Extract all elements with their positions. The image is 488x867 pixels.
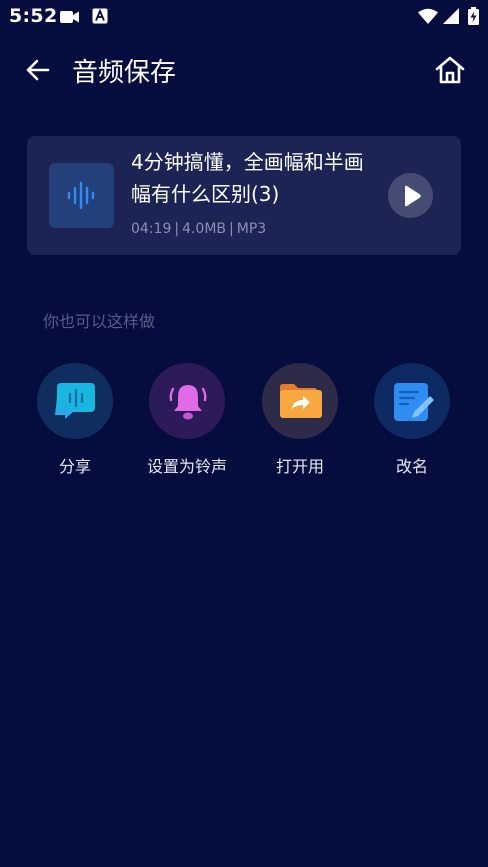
play-icon	[405, 185, 421, 207]
set-ringtone-action[interactable]: 设置为铃声	[132, 363, 242, 478]
rename-action[interactable]: 改名	[357, 363, 467, 478]
status-bar: 5:52	[0, 0, 488, 34]
audio-title: 4分钟搞懂，全画幅和半画幅有什么区别(3)	[131, 150, 364, 206]
wifi-icon	[418, 8, 438, 28]
back-button[interactable]	[22, 54, 54, 86]
video-camera-icon	[60, 9, 80, 28]
bell-icon	[169, 385, 207, 420]
set-ringtone-action-circle	[149, 363, 225, 439]
rename-label: 改名	[395, 457, 428, 476]
audio-duration: 04:19	[131, 221, 172, 237]
open-with-action[interactable]: 打开用	[245, 363, 355, 478]
audio-size: 4.0MB	[182, 221, 227, 237]
open-with-label: 打开用	[275, 457, 324, 476]
share-label: 分享	[58, 457, 91, 476]
play-button[interactable]	[388, 173, 433, 218]
share-action[interactable]: 分享	[20, 363, 130, 478]
audio-thumbnail	[49, 163, 114, 228]
share-icon	[55, 383, 95, 419]
page-title: 音频保存	[72, 58, 177, 88]
cellular-signal-icon	[443, 8, 460, 28]
arrow-left-icon	[26, 59, 50, 81]
audio-file-card[interactable]: 4分钟搞懂，全画幅和半画幅有什么区别(3) 04:19 | 4.0MB | MP3	[27, 136, 461, 255]
battery-charging-icon	[468, 7, 479, 29]
screen: 5:52 音频保存 4分钟搞懂，全画幅和半画幅有什么区别(3) 04:19 | …	[0, 0, 488, 867]
share-action-circle	[37, 363, 113, 439]
section-label: 你也可以这样做	[43, 312, 156, 331]
status-time: 5:52	[9, 5, 58, 27]
meta-separator: |	[174, 221, 180, 237]
home-button[interactable]	[433, 53, 467, 87]
folder-open-icon	[280, 384, 322, 418]
home-icon	[435, 56, 465, 84]
set-ringtone-label: 设置为铃声	[146, 457, 227, 476]
audio-meta: 04:19 | 4.0MB | MP3	[131, 221, 266, 237]
rename-action-circle	[374, 363, 450, 439]
keyboard-a-icon	[92, 8, 108, 28]
meta-separator: |	[229, 221, 234, 237]
audio-format: MP3	[236, 221, 267, 237]
rename-icon	[394, 383, 434, 421]
open-with-action-circle	[262, 363, 338, 439]
audio-waveform-icon	[67, 181, 95, 210]
